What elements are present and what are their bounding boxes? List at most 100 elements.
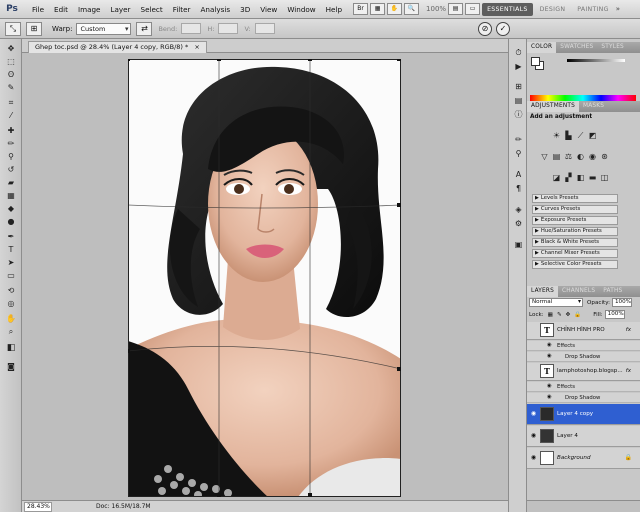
gradient-map-icon[interactable]: ▬ xyxy=(587,173,598,183)
layer-row-background[interactable]: ◉ Background 🔒 xyxy=(527,448,640,469)
brightness-contrast-icon[interactable]: ☀ xyxy=(551,131,562,141)
selective-color-icon[interactable]: ◫ xyxy=(599,173,610,183)
navigator-panel-icon[interactable]: ⊞ xyxy=(512,81,525,92)
layer-comps-panel-icon[interactable]: ▣ xyxy=(512,239,525,250)
levels-icon[interactable]: ▙ xyxy=(563,131,574,141)
tab-channels[interactable]: CHANNELS xyxy=(558,286,599,297)
lock-position-icon[interactable]: ✥ xyxy=(566,312,571,318)
history-brush-tool-icon[interactable]: ↺ xyxy=(4,164,18,175)
hue-saturation-icon[interactable]: ▤ xyxy=(551,152,562,162)
menu-edit[interactable]: Edit xyxy=(49,5,73,14)
tab-paths[interactable]: PATHS xyxy=(599,286,626,297)
3d-orbit-tool-icon[interactable]: ◎ xyxy=(4,298,18,309)
zoom-level[interactable]: 100% xyxy=(426,5,446,13)
gradient-tool-icon[interactable]: ▦ xyxy=(4,190,18,201)
tool-presets-panel-icon[interactable]: ⚙ xyxy=(512,218,525,229)
crop-tool-icon[interactable]: ⌗ xyxy=(4,97,18,108)
drop-shadow-eye-icon[interactable]: ◉ xyxy=(547,394,552,400)
eye-icon[interactable]: ◉ xyxy=(529,432,538,439)
preset-levels[interactable]: ▶ Levels Presets xyxy=(532,194,618,203)
clone-source-panel-icon[interactable]: ⚲ xyxy=(512,148,525,159)
preset-selective-color[interactable]: ▶ Selective Color Presets xyxy=(532,260,618,269)
workspace-more[interactable]: » xyxy=(616,3,620,16)
3d-panel-icon[interactable]: ◈ xyxy=(512,204,525,215)
menu-file[interactable]: File xyxy=(27,5,49,14)
black-white-icon[interactable]: ◐ xyxy=(575,152,586,162)
lock-pixels-icon[interactable]: ✎ xyxy=(557,312,562,318)
layer-row-blog-text[interactable]: T lamphotoshop.blogsp... fx xyxy=(527,363,640,381)
tab-color[interactable]: COLOR xyxy=(527,42,557,53)
foreground-swatch[interactable] xyxy=(531,57,540,66)
change-warp-orientation-icon[interactable]: ⇄ xyxy=(136,21,153,36)
lasso-tool-icon[interactable]: ʘ xyxy=(4,69,18,80)
menu-select[interactable]: Select xyxy=(136,5,168,14)
drop-shadow-row[interactable]: ◉ Drop Shadow xyxy=(527,393,640,403)
reference-point-icon[interactable]: ⊞ xyxy=(26,21,42,36)
effects-eye-icon[interactable]: ◉ xyxy=(547,383,552,389)
type-tool-icon[interactable]: T xyxy=(4,244,18,255)
clone-stamp-tool-icon[interactable]: ⚲ xyxy=(4,151,18,162)
effects-row[interactable]: ◉ Effects xyxy=(527,382,640,392)
threshold-icon[interactable]: ◧ xyxy=(575,173,586,183)
shape-tool-icon[interactable]: ▭ xyxy=(4,270,18,281)
actions-panel-icon[interactable]: ▶ xyxy=(512,61,525,72)
zoom-status-field[interactable]: 28.43% xyxy=(24,501,52,512)
menu-view[interactable]: View xyxy=(255,5,282,14)
path-select-tool-icon[interactable]: ➤ xyxy=(4,257,18,268)
bridge-button[interactable]: Br xyxy=(353,3,369,15)
drop-shadow-row[interactable]: ◉ Drop Shadow xyxy=(527,352,640,362)
tab-swatches[interactable]: SWATCHES xyxy=(556,42,597,53)
fill-field[interactable]: 100% xyxy=(604,310,625,319)
history-panel-icon[interactable]: ⏱ xyxy=(512,47,525,58)
hand-tool-button[interactable]: ✋ xyxy=(387,3,403,15)
tab-adjustments[interactable]: ADJUSTMENTS xyxy=(527,101,580,112)
commit-transform-icon[interactable]: ✓ xyxy=(496,22,510,36)
move-tool-icon[interactable]: ✥ xyxy=(4,43,18,54)
document-tab[interactable]: Ghep toc.psd @ 28.4% (Layer 4 copy, RGB/… xyxy=(28,41,207,53)
drop-shadow-eye-icon[interactable]: ◉ xyxy=(547,353,552,359)
menu-image[interactable]: Image xyxy=(73,5,106,14)
canvas-area[interactable] xyxy=(22,53,508,500)
tab-masks[interactable]: MASKS xyxy=(579,101,608,112)
lock-transparency-icon[interactable]: ▦ xyxy=(548,312,553,318)
menu-filter[interactable]: Filter xyxy=(168,5,196,14)
exposure-icon[interactable]: ◩ xyxy=(587,131,598,141)
effects-row[interactable]: ◉ Effects xyxy=(527,341,640,351)
character-panel-icon[interactable]: A xyxy=(512,169,525,180)
tab-layers[interactable]: LAYERS xyxy=(527,286,558,297)
screen-mode-button[interactable]: ▭ xyxy=(465,3,481,15)
eye-icon[interactable]: ◉ xyxy=(529,410,538,417)
paragraph-panel-icon[interactable]: ¶ xyxy=(512,183,525,194)
brush-tool-icon[interactable]: ✏ xyxy=(4,138,18,149)
color-slider[interactable] xyxy=(567,59,625,62)
minibridge-button[interactable]: ▦ xyxy=(370,3,386,15)
posterize-icon[interactable]: ▞ xyxy=(563,173,574,183)
h-field[interactable] xyxy=(218,23,239,34)
eye-icon[interactable]: ◉ xyxy=(529,454,538,461)
menu-window[interactable]: Window xyxy=(282,5,320,14)
preset-exposure[interactable]: ▶ Exposure Presets xyxy=(532,216,618,225)
warp-style-select[interactable]: Custom xyxy=(76,22,132,35)
channel-mixer-icon[interactable]: ⊛ xyxy=(599,152,610,162)
tab-styles[interactable]: STYLES xyxy=(597,42,628,53)
3d-rotate-tool-icon[interactable]: ⟲ xyxy=(4,285,18,296)
preset-curves[interactable]: ▶ Curves Presets xyxy=(532,205,618,214)
cancel-transform-icon[interactable]: ⊘ xyxy=(478,22,492,36)
healing-brush-tool-icon[interactable]: ✚ xyxy=(4,125,18,136)
photo-filter-icon[interactable]: ◉ xyxy=(587,152,598,162)
fx-icon[interactable]: fx xyxy=(626,327,631,333)
layer-row-layer-4-copy[interactable]: ◉ Layer 4 copy xyxy=(527,404,640,425)
hand-tool-icon[interactable]: ✋ xyxy=(4,313,18,324)
photo-layer[interactable] xyxy=(128,59,401,497)
fx-icon[interactable]: fx xyxy=(626,368,631,374)
menu-analysis[interactable]: Analysis xyxy=(196,5,236,14)
layer-row-chinh-hinh-pro[interactable]: T CHỈNH HÌNH PRO fx xyxy=(527,322,640,340)
info-panel-icon[interactable]: ⓘ xyxy=(512,109,525,120)
foreground-background-color-icon[interactable]: ◧ xyxy=(4,343,18,354)
bend-field[interactable] xyxy=(181,23,202,34)
blend-mode-select[interactable]: Normal xyxy=(529,298,583,307)
dodge-tool-icon[interactable]: ● xyxy=(4,216,18,227)
layer-row-layer-4[interactable]: ◉ Layer 4 xyxy=(527,426,640,447)
menu-layer[interactable]: Layer xyxy=(105,5,135,14)
pen-tool-icon[interactable]: ✒ xyxy=(4,231,18,242)
